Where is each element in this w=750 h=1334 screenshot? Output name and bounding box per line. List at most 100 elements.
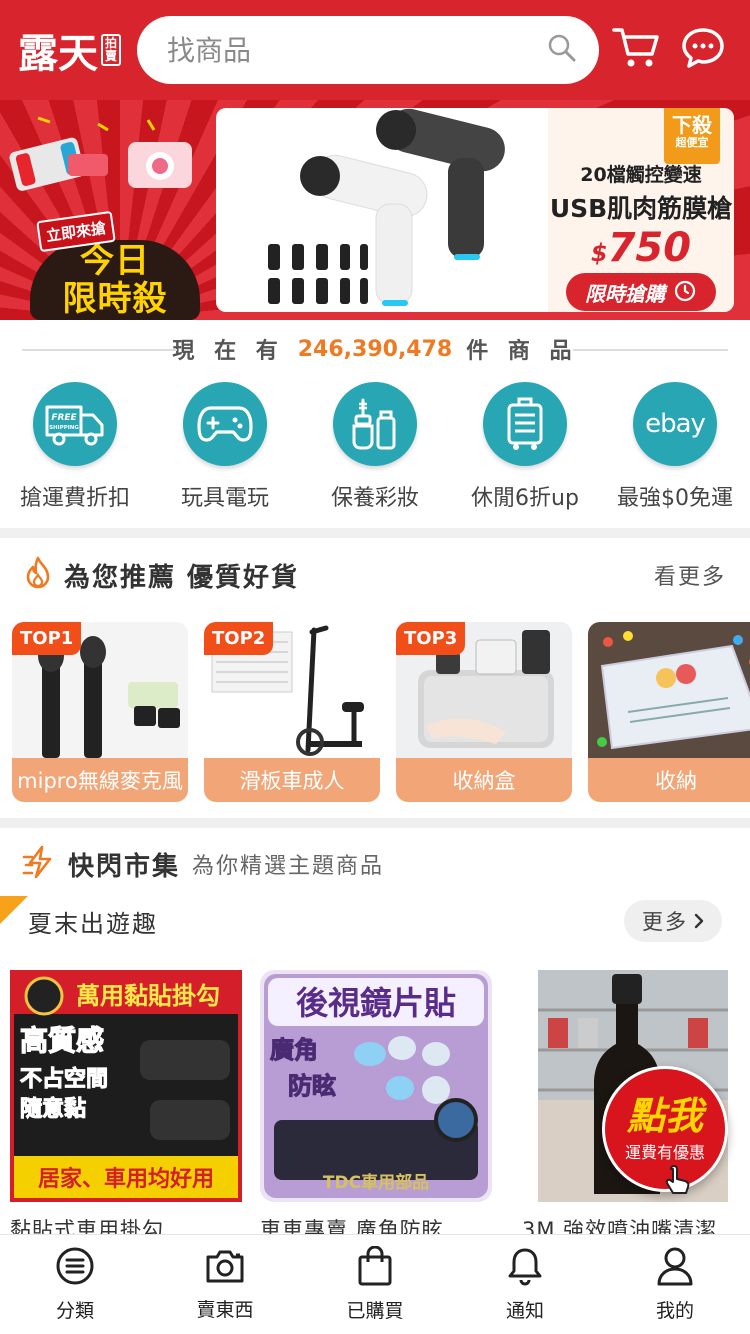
cosmetics-icon xyxy=(333,382,417,466)
nav-purchased[interactable]: 已購買 xyxy=(300,1235,450,1334)
shortcut-ebay[interactable]: ebay 最強$0免運 xyxy=(600,382,750,522)
section-divider xyxy=(0,528,750,538)
recommend-label: 收納盒 xyxy=(396,758,572,802)
mirror-img-title: 後視鏡片貼 xyxy=(296,984,456,1022)
buy-now-label: 限時搶購 xyxy=(585,281,665,306)
ebay-icon: ebay xyxy=(633,382,717,466)
count-suffix: 件 商 品 xyxy=(466,339,578,364)
svg-text:ebay: ebay xyxy=(645,409,705,439)
recommend-card[interactable]: TOP2 滑板車成人 xyxy=(204,622,380,802)
luggage-icon xyxy=(483,382,567,466)
ruten-logo[interactable]: 露天 拍賣 xyxy=(18,21,131,79)
float-button-subtitle: 運費有優惠 xyxy=(624,1143,705,1162)
flash-sale-text: 今日 限時殺 xyxy=(30,240,200,320)
logo-sub: 拍賣 xyxy=(101,34,121,66)
mirror-img-line1: 廣角 xyxy=(270,1036,318,1064)
theme-corner-marker xyxy=(0,896,28,924)
ad-headline-2: USB肌肉筋膜槍 xyxy=(549,194,733,223)
promo-banner[interactable]: 今日 限時殺 立即來搶 下殺 超便宜 20檔觸控變速 USB肌肉筋膜槍 $750… xyxy=(0,100,750,320)
recommend-card[interactable]: 收納 xyxy=(588,622,750,802)
massage-gun-illustration xyxy=(268,108,505,306)
nav-categories[interactable]: 分類 xyxy=(0,1235,150,1334)
flash-market-header: 快閃市集 為你精選主題商品 xyxy=(0,834,750,894)
shortcut-label: 玩具電玩 xyxy=(180,486,269,511)
camera-icon xyxy=(204,1247,246,1289)
recommend-title: 為您推薦 優質好貨 xyxy=(64,562,300,593)
ad-price: $750 xyxy=(591,225,691,271)
ad-headline-1: 20檔觸控變速 xyxy=(580,164,702,186)
shortcut-free-shipping[interactable]: FREE SHIPPING 搶運費折扣 xyxy=(0,382,150,522)
hook-img-line1: 高質感 xyxy=(20,1024,104,1057)
recommend-label: 滑板車成人 xyxy=(204,758,380,802)
mirror-img-brand: TDC車用部品 xyxy=(323,1172,429,1193)
nav-profile[interactable]: 我的 xyxy=(600,1235,750,1334)
massage-gun-ad[interactable]: 下殺 超便宜 20檔觸控變速 USB肌肉筋膜槍 $750 限時搶購 xyxy=(216,108,734,312)
recommend-header: 為您推薦 優質好貨 看更多 xyxy=(0,538,750,612)
flash-product-card[interactable]: 後視鏡片貼 廣角 防眩 TDC車用部品 車車專賣 廣角防眩 xyxy=(260,970,492,1242)
recommend-label: 收納 xyxy=(588,758,750,802)
shortcut-cosmetics[interactable]: 保養彩妝 xyxy=(300,382,450,522)
bottom-navigation: 分類 賣東西 已購買 通知 我的 xyxy=(0,1234,750,1334)
bell-icon xyxy=(507,1246,543,1290)
shipping-discount-float-button[interactable]: 點我 運費有優惠 xyxy=(602,1066,728,1194)
shortcut-toys-games[interactable]: 玩具電玩 xyxy=(150,382,300,522)
nav-label: 分類 xyxy=(55,1300,94,1322)
rank-badge: TOP2 xyxy=(204,622,274,655)
theme-title: 夏末出遊趣 xyxy=(28,909,158,938)
cart-button[interactable] xyxy=(607,20,665,80)
theme-row: 夏末出遊趣 更多 xyxy=(0,896,750,946)
nav-sell[interactable]: 賣東西 xyxy=(150,1235,300,1334)
hook-img-title: 萬用黏貼掛勾 xyxy=(76,982,220,1010)
product-count-text: 現 在 有 246,390,478 件 商 品 xyxy=(172,333,577,365)
gamepad-icon xyxy=(183,382,267,466)
mirror-img-line2: 防眩 xyxy=(288,1072,336,1100)
free-shipping-truck-icon: FREE SHIPPING xyxy=(33,382,117,466)
search-input[interactable] xyxy=(167,33,548,67)
flash-sale-line1: 今日 xyxy=(80,241,150,281)
app-page: 露天 拍賣 找商品 今日 限時殺 立即來搶 下殺 超便宜 20檔觸控變速 USB… xyxy=(0,0,750,1334)
chat-button[interactable] xyxy=(674,20,732,80)
chevron-right-icon xyxy=(694,913,704,929)
user-icon xyxy=(656,1246,694,1290)
storage-table-image xyxy=(588,622,750,758)
recommend-list: TOP1 mipro無線麥克風 TOP2 滑板車成人 TOP3 收納盒 收納 xyxy=(12,622,750,802)
product-count-number: 246,390,478 xyxy=(297,336,453,362)
pointer-hand-icon xyxy=(663,1165,691,1199)
shortcut-leisure[interactable]: 休閒6折up xyxy=(450,382,600,522)
hook-img-line3: 隨意黏 xyxy=(20,1096,86,1122)
top-header: 露天 拍賣 xyxy=(0,0,750,100)
flash-sale-line2: 限時殺 xyxy=(62,279,168,319)
nav-label: 賣東西 xyxy=(196,1299,254,1321)
hook-img-line2: 不占空間 xyxy=(20,1066,108,1092)
nav-label: 已購買 xyxy=(346,1300,404,1322)
gadgets-illustration xyxy=(8,114,198,194)
rank-badge: TOP1 xyxy=(12,622,82,655)
flash-sale-badge[interactable]: 今日 限時殺 立即來搶 xyxy=(20,200,210,320)
rank-badge: TOP3 xyxy=(396,622,466,655)
shortcut-label: 休閒6折up xyxy=(471,486,579,511)
hook-img-line4: 居家、車用均好用 xyxy=(38,1166,214,1192)
recommend-card[interactable]: TOP1 mipro無線麥克風 xyxy=(12,622,188,802)
discount-flag-sub: 超便宜 xyxy=(675,136,709,149)
hook-product-image: 萬用黏貼掛勾 高質感 不占空間 隨意黏 居家、車用均好用 xyxy=(10,970,242,1202)
theme-more-button[interactable]: 更多 xyxy=(624,900,722,942)
count-prefix: 現 在 有 xyxy=(172,339,284,364)
theme-more-label: 更多 xyxy=(642,910,688,934)
search-icon[interactable] xyxy=(547,33,577,67)
mirror-film-image: 後視鏡片貼 廣角 防眩 TDC車用部品 xyxy=(260,970,492,1202)
ad-text-panel: 下殺 超便宜 20檔觸控變速 USB肌肉筋膜槍 $750 限時搶購 xyxy=(548,108,734,312)
cart-icon xyxy=(612,26,660,74)
recommend-card[interactable]: TOP3 收納盒 xyxy=(396,622,572,802)
search-bar[interactable] xyxy=(137,16,600,84)
ad-price-symbol: $ xyxy=(590,239,608,267)
count-divider-left xyxy=(22,349,177,351)
shopping-bag-icon xyxy=(357,1245,393,1290)
see-more-link[interactable]: 看更多 xyxy=(654,559,726,591)
flash-product-card[interactable]: 萬用黏貼掛勾 高質感 不占空間 隨意黏 居家、車用均好用 黏貼式車用掛勾 xyxy=(10,970,242,1242)
nav-label: 通知 xyxy=(505,1300,544,1322)
discount-flag-text: 下殺 xyxy=(672,113,712,137)
nav-notifications[interactable]: 通知 xyxy=(450,1235,600,1334)
buy-now-button[interactable]: 限時搶購 xyxy=(566,273,716,311)
count-divider-right xyxy=(573,349,728,351)
menu-list-icon xyxy=(55,1246,95,1290)
